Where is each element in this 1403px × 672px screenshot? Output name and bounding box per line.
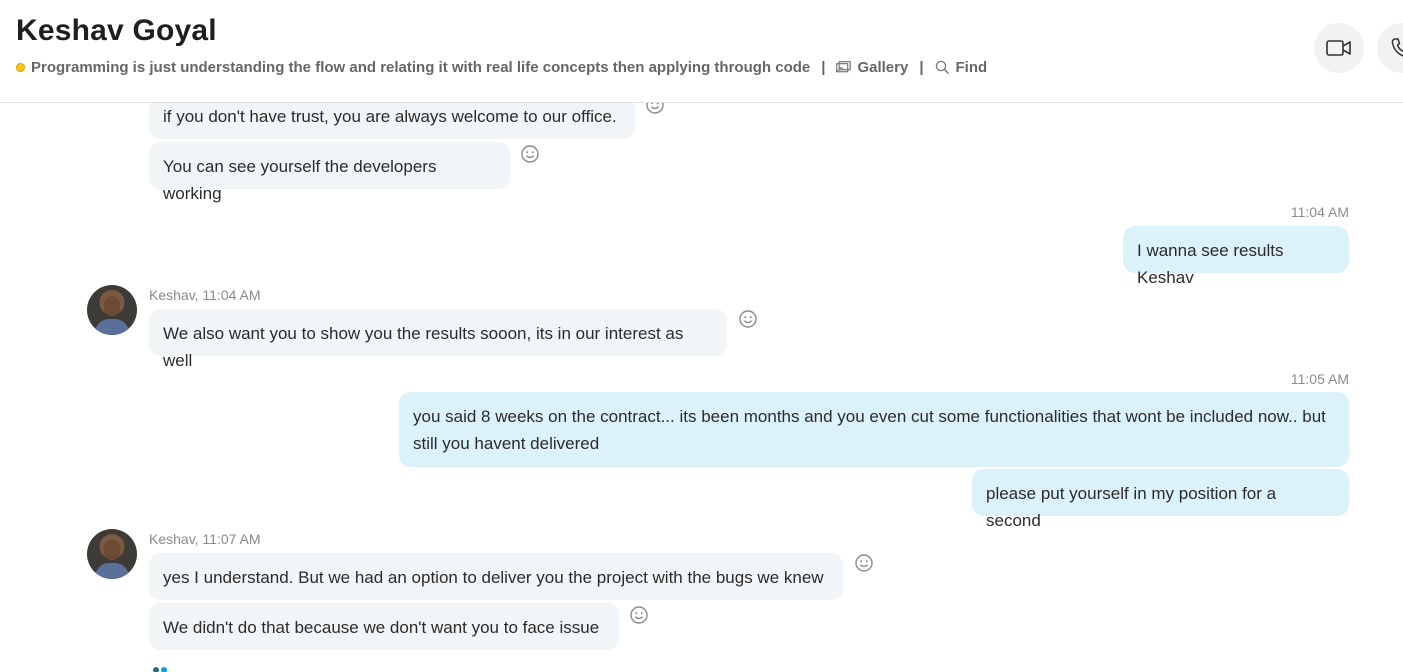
gallery-icon xyxy=(836,61,852,74)
message-text: We didn't do that because we don't want … xyxy=(163,618,600,637)
gallery-label: Gallery xyxy=(857,59,909,76)
message-text: We also want you to show you the results… xyxy=(163,324,684,370)
message-bubble[interactable]: you said 8 weeks on the contract... its … xyxy=(399,392,1349,467)
message-bubble[interactable]: please put yourself in my position for a… xyxy=(972,469,1349,530)
add-reaction-icon[interactable] xyxy=(520,144,540,164)
gallery-link[interactable]: Gallery xyxy=(836,59,908,76)
separator: | xyxy=(821,59,826,76)
sender-name-time: Keshav, 11:04 AM xyxy=(149,287,261,303)
message-bubble[interactable]: We also want you to show you the results… xyxy=(149,309,727,370)
avatar[interactable] xyxy=(87,529,137,579)
separator: | xyxy=(919,59,924,76)
message-bubble[interactable]: yes I understand. But we had an option t… xyxy=(149,553,843,600)
video-camera-icon xyxy=(1326,40,1351,56)
sender-name-time: Keshav, 11:07 AM xyxy=(149,531,261,547)
message-text: you said 8 weeks on the contract... its … xyxy=(413,407,1326,453)
message-text: You can see yourself the developers work… xyxy=(163,157,437,203)
add-reaction-icon[interactable] xyxy=(738,309,758,329)
message-bubble[interactable]: You can see yourself the developers work… xyxy=(149,142,510,203)
message-bubble[interactable]: We didn't do that because we don't want … xyxy=(149,603,619,650)
message-timestamp: 11:04 AM xyxy=(1290,204,1349,220)
message-bubble[interactable]: I wanna see results Keshav xyxy=(1123,226,1349,287)
message-text: please put yourself in my position for a… xyxy=(986,484,1277,530)
mood-message: Programming is just understanding the fl… xyxy=(31,59,811,76)
message-text: I wanna see results Keshav xyxy=(1137,241,1284,287)
search-icon xyxy=(935,60,950,75)
audio-call-button[interactable] xyxy=(1377,23,1403,73)
message-text: yes I understand. But we had an option t… xyxy=(163,568,824,587)
header-subline: Programming is just understanding the fl… xyxy=(16,59,987,76)
find-label: Find xyxy=(955,59,988,76)
message-timestamp: 11:05 AM xyxy=(1290,371,1349,387)
find-link[interactable]: Find xyxy=(935,59,988,76)
chat-header: Keshav Goyal Programming is just underst… xyxy=(0,0,1403,103)
message-text: if you don't have trust, you are always … xyxy=(163,107,617,126)
video-call-button[interactable] xyxy=(1314,23,1364,73)
phone-icon xyxy=(1391,38,1403,57)
avatar[interactable] xyxy=(87,285,137,335)
contact-name[interactable]: Keshav Goyal xyxy=(16,14,217,48)
add-reaction-icon[interactable] xyxy=(854,553,874,573)
status-dot-icon xyxy=(16,63,25,72)
add-reaction-icon[interactable] xyxy=(629,605,649,625)
